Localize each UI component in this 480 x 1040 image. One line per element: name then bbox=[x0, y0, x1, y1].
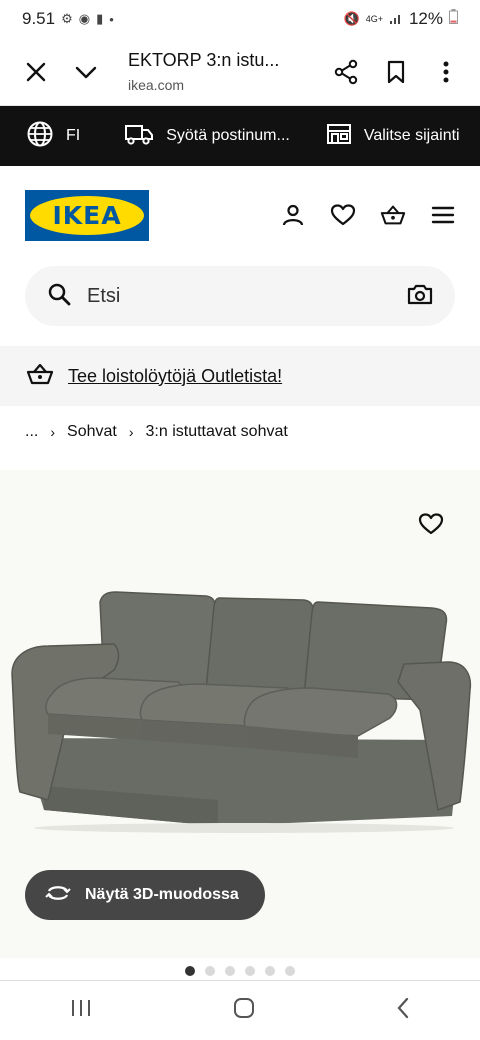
basket-icon bbox=[26, 362, 54, 391]
user-icon[interactable] bbox=[280, 202, 306, 228]
postcode-label: Syötä postinum... bbox=[166, 127, 290, 144]
view-3d-label: Näytä 3D-muodossa bbox=[85, 886, 239, 903]
favourite-heart-icon[interactable] bbox=[418, 512, 444, 541]
settings-notification-icon: ⚙ bbox=[61, 11, 73, 26]
signal-icon bbox=[389, 11, 403, 28]
breadcrumb-item-3-seat-sofas[interactable]: 3:n istuttavat sohvat bbox=[146, 423, 288, 441]
status-time: 9.51 bbox=[22, 9, 56, 28]
recent-apps-icon[interactable] bbox=[70, 998, 92, 1023]
carousel-dot[interactable] bbox=[225, 966, 235, 976]
outlet-link[interactable]: Tee loistolöytöjä Outletista! bbox=[68, 366, 282, 387]
battery-percent: 12% bbox=[408, 9, 443, 28]
carousel-dot[interactable] bbox=[205, 966, 215, 976]
page-info[interactable]: EKTORP 3:n istu... ikea.com bbox=[128, 50, 279, 93]
chevron-right-icon: › bbox=[50, 424, 56, 440]
carousel-dot[interactable] bbox=[245, 966, 255, 976]
language-selector[interactable]: FI bbox=[26, 120, 80, 153]
search-placeholder: Etsi bbox=[87, 284, 121, 307]
hamburger-menu-icon[interactable] bbox=[430, 202, 456, 228]
search-input[interactable]: Etsi bbox=[25, 266, 455, 326]
more-notifications-icon: • bbox=[109, 11, 114, 27]
carousel-indicator bbox=[0, 966, 480, 976]
status-bar: 9.51 ⚙ ◉ ▮ • 🔇 4G+ 12% bbox=[0, 0, 480, 38]
logo-oval: IKEA bbox=[30, 196, 144, 235]
more-menu-icon[interactable] bbox=[424, 50, 468, 94]
product-image-gallery[interactable]: Näytä 3D-muodossa bbox=[0, 470, 480, 958]
ikea-logo[interactable]: IKEA bbox=[25, 190, 149, 241]
share-icon[interactable] bbox=[324, 50, 368, 94]
cart-icon[interactable] bbox=[380, 202, 406, 228]
breadcrumb-item-sofas[interactable]: Sohvat bbox=[67, 423, 117, 441]
carousel-dot[interactable] bbox=[265, 966, 275, 976]
home-icon[interactable] bbox=[233, 997, 255, 1024]
view-3d-button[interactable]: Näytä 3D-muodossa bbox=[25, 870, 265, 920]
battery-icon bbox=[449, 9, 458, 29]
mute-icon: 🔇 bbox=[343, 11, 360, 26]
store-icon bbox=[326, 123, 352, 150]
breadcrumb-ellipsis[interactable]: ... bbox=[25, 423, 38, 441]
close-tab-icon[interactable] bbox=[14, 50, 58, 94]
search-icon bbox=[47, 282, 71, 311]
store-label: Valitse sijainti bbox=[363, 127, 460, 144]
chrome-notification-icon: ◉ bbox=[78, 11, 91, 26]
heart-icon[interactable] bbox=[330, 202, 356, 228]
truck-icon bbox=[124, 122, 154, 151]
network-type: 4G+ bbox=[365, 14, 383, 24]
system-navigation-bar bbox=[0, 980, 480, 1040]
globe-icon bbox=[26, 120, 54, 153]
header-actions bbox=[280, 202, 456, 228]
outlet-promo-banner: Tee loistolöytöjä Outletista! bbox=[0, 346, 480, 406]
chevron-down-icon[interactable] bbox=[64, 50, 108, 94]
logo-text: IKEA bbox=[52, 201, 122, 230]
alert-notification-icon: ▮ bbox=[96, 11, 104, 26]
utility-bar: FI Syötä postinum... Valitse sijainti bbox=[0, 106, 480, 166]
camera-search-icon[interactable] bbox=[407, 283, 433, 310]
rotate-3d-icon bbox=[45, 883, 71, 908]
store-selector[interactable]: Valitse sijainti bbox=[326, 123, 460, 150]
postcode-selector[interactable]: Syötä postinum... bbox=[124, 122, 290, 151]
back-icon[interactable] bbox=[396, 997, 410, 1024]
carousel-dot[interactable] bbox=[285, 966, 295, 976]
bookmark-icon[interactable] bbox=[374, 50, 418, 94]
browser-toolbar: EKTORP 3:n istu... ikea.com bbox=[0, 38, 480, 106]
breadcrumb: ... › Sohvat › 3:n istuttavat sohvat bbox=[25, 418, 288, 446]
language-label: FI bbox=[66, 127, 81, 144]
carousel-dot[interactable] bbox=[185, 966, 195, 976]
page-title: EKTORP 3:n istu... bbox=[128, 50, 280, 70]
sofa-product-image bbox=[8, 590, 472, 839]
site-header: IKEA bbox=[0, 166, 480, 266]
chevron-right-icon: › bbox=[128, 424, 134, 440]
page-url: ikea.com bbox=[128, 77, 185, 93]
